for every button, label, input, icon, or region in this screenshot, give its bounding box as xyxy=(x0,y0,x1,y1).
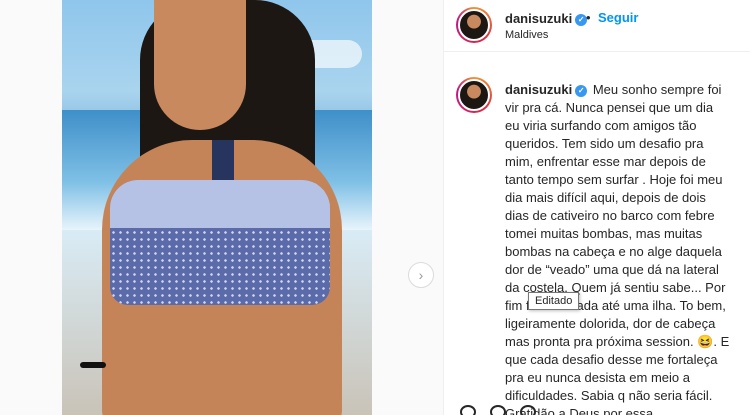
post-sidebar: danisuzuki ✓ • Seguir Maldives danisuzuki… xyxy=(443,0,750,415)
caption-username-text[interactable]: danisuzuki xyxy=(505,82,572,97)
header-username[interactable]: danisuzuki ✓ xyxy=(505,11,588,26)
chevron-right-icon[interactable]: › xyxy=(408,262,434,288)
caption-text: danisuzuki ✓ Meu sonho sempre foi vir pra… xyxy=(505,81,731,415)
follow-button[interactable]: Seguir xyxy=(598,10,638,25)
media-viewer: › xyxy=(0,0,443,415)
edited-tooltip: Editado xyxy=(528,292,580,310)
like-icon[interactable] xyxy=(460,405,476,415)
post-photo xyxy=(62,0,372,415)
post-header: danisuzuki ✓ • Seguir Maldives xyxy=(444,0,750,52)
avatar[interactable] xyxy=(456,7,492,43)
action-bar xyxy=(460,405,740,415)
caption-section: danisuzuki ✓ Meu sonho sempre foi vir pra… xyxy=(444,52,750,415)
comment-icon[interactable] xyxy=(490,405,506,415)
separator-dot: • xyxy=(586,10,591,25)
caption-body: Meu sonho sempre foi vir pra cá. Nunca p… xyxy=(505,82,730,415)
caption-username[interactable]: danisuzuki ✓ xyxy=(505,82,588,97)
share-icon[interactable] xyxy=(520,405,536,415)
caption-avatar[interactable] xyxy=(456,77,492,113)
location-link[interactable]: Maldives xyxy=(505,29,548,41)
username-text[interactable]: danisuzuki xyxy=(505,11,572,26)
verified-badge-icon: ✓ xyxy=(575,85,588,97)
